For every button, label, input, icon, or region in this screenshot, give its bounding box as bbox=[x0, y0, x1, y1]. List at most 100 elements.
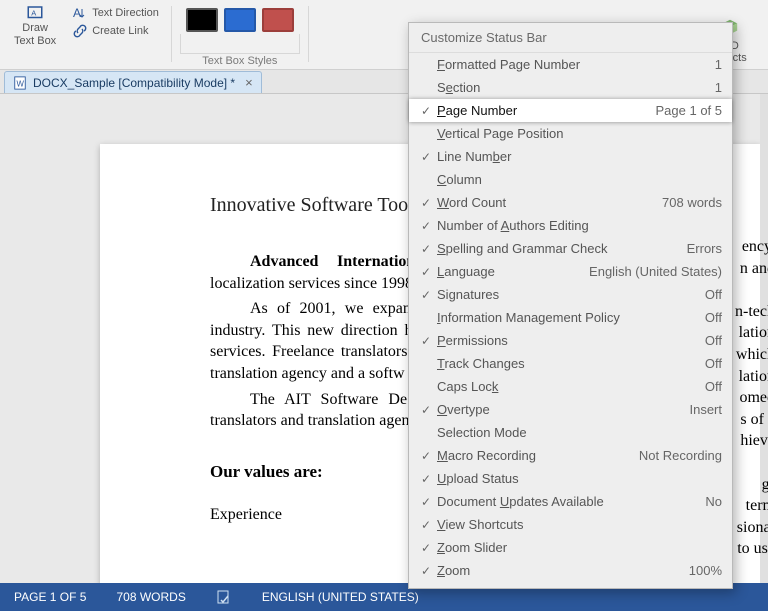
checkmark-icon: ✓ bbox=[415, 404, 437, 416]
style-swatches bbox=[180, 2, 300, 34]
ribbon-separator bbox=[171, 6, 172, 62]
text-box-styles-group-label: Text Box Styles bbox=[202, 55, 277, 69]
text-direction-label: Text Direction bbox=[92, 7, 159, 19]
ribbon-separator bbox=[308, 6, 309, 62]
context-menu-item[interactable]: ✓View Shortcuts bbox=[409, 513, 732, 536]
style-swatch-black[interactable] bbox=[186, 8, 218, 32]
context-menu-item-label: Track Changes bbox=[437, 357, 697, 370]
context-menu-item[interactable]: ✓Spelling and Grammar CheckErrors bbox=[409, 237, 732, 260]
context-menu-item-label: Page Number bbox=[437, 104, 648, 117]
context-menu-item-label: Upload Status bbox=[437, 472, 714, 485]
text-direction-icon: A bbox=[72, 5, 88, 21]
context-menu-item-value: 100% bbox=[681, 564, 722, 577]
ribbon-group-stub bbox=[313, 2, 351, 69]
text-direction-button[interactable]: A Text Direction bbox=[68, 4, 163, 22]
context-menu-item-label: Information Management Policy bbox=[437, 311, 697, 324]
checkmark-icon: ✓ bbox=[415, 496, 437, 508]
style-swatch-blue[interactable] bbox=[224, 8, 256, 32]
checkmark-icon: ✓ bbox=[415, 105, 437, 117]
context-menu-item-value: Not Recording bbox=[631, 449, 722, 462]
context-menu-item[interactable]: Track ChangesOff bbox=[409, 352, 732, 375]
context-menu-item[interactable]: Column bbox=[409, 168, 732, 191]
style-gallery-dropdown[interactable] bbox=[180, 34, 300, 54]
context-menu-item[interactable]: ✓Line Number bbox=[409, 145, 732, 168]
context-menu-item[interactable]: ✓Zoom100% bbox=[409, 559, 732, 582]
context-menu-item[interactable]: ✓Word Count708 words bbox=[409, 191, 732, 214]
context-menu-item-label: Section bbox=[437, 81, 707, 94]
context-menu-item[interactable]: ✓Page NumberPage 1 of 5 bbox=[409, 99, 732, 122]
text-box-icon: A bbox=[24, 4, 46, 22]
context-menu-item-value: Page 1 of 5 bbox=[648, 104, 723, 117]
checkmark-icon: ✓ bbox=[415, 542, 437, 554]
context-menu-item[interactable]: ✓Number of Authors Editing bbox=[409, 214, 732, 237]
status-page[interactable]: PAGE 1 OF 5 bbox=[14, 590, 86, 604]
checkmark-icon: ✓ bbox=[415, 151, 437, 163]
status-word-count[interactable]: 708 WORDS bbox=[116, 590, 185, 604]
create-link-button[interactable]: Create Link bbox=[68, 22, 152, 40]
context-menu-item[interactable]: ✓Upload Status bbox=[409, 467, 732, 490]
context-menu-item-label: Vertical Page Position bbox=[437, 127, 714, 140]
context-menu-item[interactable]: ✓SignaturesOff bbox=[409, 283, 732, 306]
context-menu-item[interactable]: Formatted Page Number1 bbox=[409, 53, 732, 76]
document-tab[interactable]: W DOCX_Sample [Compatibility Mode] * × bbox=[4, 71, 262, 93]
context-menu-item-value: English (United States) bbox=[581, 265, 722, 278]
context-menu-item-label: Number of Authors Editing bbox=[437, 219, 714, 232]
checkmark-icon: ✓ bbox=[415, 266, 437, 278]
checkmark-icon: ✓ bbox=[415, 289, 437, 301]
status-proofing[interactable] bbox=[216, 589, 232, 605]
context-menu-item-label: Zoom Slider bbox=[437, 541, 714, 554]
context-menu-item-label: Zoom bbox=[437, 564, 681, 577]
context-menu-item-label: Caps Lock bbox=[437, 380, 697, 393]
context-menu-item-value: Off bbox=[697, 380, 722, 393]
svg-text:A: A bbox=[73, 6, 81, 20]
context-menu-item-value: Errors bbox=[679, 242, 722, 255]
checkmark-icon: ✓ bbox=[415, 335, 437, 347]
context-menu-item[interactable]: ✓OvertypeInsert bbox=[409, 398, 732, 421]
context-menu-item[interactable]: ✓Macro RecordingNot Recording bbox=[409, 444, 732, 467]
context-menu-item-value: Off bbox=[697, 357, 722, 370]
context-menu-item-label: Macro Recording bbox=[437, 449, 631, 462]
context-menu-item-value: Off bbox=[697, 334, 722, 347]
link-icon bbox=[72, 23, 88, 39]
context-menu-item-value: 1 bbox=[707, 81, 722, 94]
checkmark-icon: ✓ bbox=[415, 197, 437, 209]
context-menu-item[interactable]: Selection Mode bbox=[409, 421, 732, 444]
draw-text-box-button[interactable]: A Draw Text Box bbox=[10, 2, 60, 50]
context-menu-item[interactable]: ✓Zoom Slider bbox=[409, 536, 732, 559]
context-menu-item-value: 1 bbox=[707, 58, 722, 71]
context-menu-item-label: Overtype bbox=[437, 403, 681, 416]
ribbon-group-textbox: A Draw Text Box bbox=[6, 2, 64, 69]
context-menu-item[interactable]: Information Management PolicyOff bbox=[409, 306, 732, 329]
context-menu-item[interactable]: ✓LanguageEnglish (United States) bbox=[409, 260, 732, 283]
context-menu-item-label: Document Updates Available bbox=[437, 495, 697, 508]
checkmark-icon: ✓ bbox=[415, 220, 437, 232]
context-menu-item[interactable]: Vertical Page Position bbox=[409, 122, 732, 145]
context-menu-item-label: Permissions bbox=[437, 334, 697, 347]
status-bar-context-menu: Customize Status Bar Formatted Page Numb… bbox=[408, 22, 733, 589]
checkmark-icon: ✓ bbox=[415, 565, 437, 577]
context-menu-item-label: Spelling and Grammar Check bbox=[437, 242, 679, 255]
style-swatch-red[interactable] bbox=[262, 8, 294, 32]
context-menu-item[interactable]: ✓PermissionsOff bbox=[409, 329, 732, 352]
context-menu-item[interactable]: Caps LockOff bbox=[409, 375, 732, 398]
context-menu-title: Customize Status Bar bbox=[409, 23, 732, 53]
ribbon-group-text-cmds: A Text Direction Create Link bbox=[64, 2, 167, 69]
context-menu-item-value: No bbox=[697, 495, 722, 508]
context-menu-item-value: Off bbox=[697, 311, 722, 324]
checkmark-icon: ✓ bbox=[415, 243, 437, 255]
context-menu-item-label: Signatures bbox=[437, 288, 697, 301]
context-menu-item-label: Column bbox=[437, 173, 714, 186]
context-menu-item-label: View Shortcuts bbox=[437, 518, 714, 531]
word-doc-icon: W bbox=[13, 76, 27, 90]
proofing-icon bbox=[216, 589, 232, 605]
context-menu-item-label: Word Count bbox=[437, 196, 654, 209]
svg-text:A: A bbox=[31, 8, 36, 17]
context-menu-item-label: Selection Mode bbox=[437, 426, 714, 439]
doc-tail-fragments: ency,n and n-techlationwhichlationomeds … bbox=[735, 236, 768, 560]
status-language[interactable]: ENGLISH (UNITED STATES) bbox=[262, 590, 419, 604]
close-tab-icon[interactable]: × bbox=[245, 75, 253, 90]
context-menu-item-value: 708 words bbox=[654, 196, 722, 209]
context-menu-item[interactable]: Section1 bbox=[409, 76, 732, 99]
context-menu-item[interactable]: ✓Document Updates AvailableNo bbox=[409, 490, 732, 513]
create-link-label: Create Link bbox=[92, 25, 148, 37]
